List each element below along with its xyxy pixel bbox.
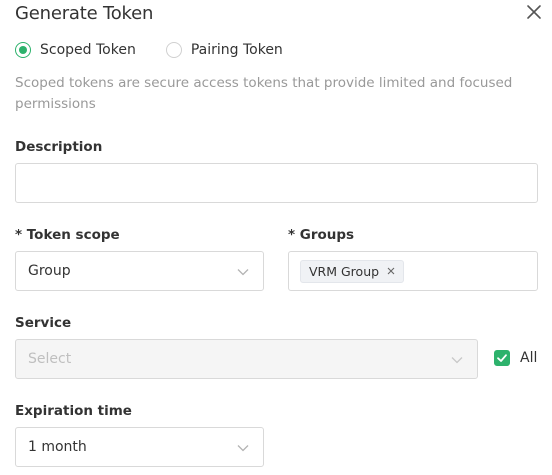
expiration-value: 1 month (28, 439, 87, 455)
radio-pairing-token[interactable]: Pairing Token (165, 42, 283, 58)
expiration-label: Expiration time (15, 403, 132, 419)
close-icon[interactable] (524, 2, 544, 22)
description-label: Description (15, 139, 103, 155)
radio-scoped-token[interactable]: Scoped Token (15, 42, 136, 58)
dialog-title: Generate Token (15, 3, 154, 24)
token-type-radio-group: Scoped Token Pairing Token (15, 42, 313, 58)
chevron-down-icon (451, 357, 463, 364)
chevron-down-icon (237, 445, 249, 452)
token-scope-label: * Token scope (15, 227, 120, 243)
groups-label: * Groups (288, 227, 355, 243)
x-icon[interactable] (387, 267, 395, 275)
radio-pairing-token-label: Pairing Token (190, 42, 283, 58)
groups-multiselect[interactable]: VRM Group (288, 251, 538, 291)
radio-unchecked-icon (165, 42, 182, 58)
radio-scoped-token-label: Scoped Token (40, 42, 136, 58)
service-label: Service (15, 315, 72, 331)
group-tag: VRM Group (300, 259, 405, 283)
service-placeholder: Select (28, 351, 72, 367)
service-all-label: All (520, 350, 538, 366)
radio-checked-icon (15, 42, 31, 58)
service-select[interactable]: Select (15, 339, 478, 379)
description-input[interactable] (15, 163, 538, 203)
token-type-description: Scoped tokens are secure access tokens t… (15, 75, 513, 112)
group-tag-label: VRM Group (309, 263, 380, 279)
service-all-checkbox[interactable]: All (494, 350, 537, 366)
expiration-select[interactable]: 1 month (15, 427, 264, 467)
chevron-down-icon (237, 269, 249, 276)
token-scope-select[interactable]: Group (15, 251, 264, 291)
token-scope-value: Group (28, 263, 71, 279)
checkmark-icon (494, 350, 510, 366)
